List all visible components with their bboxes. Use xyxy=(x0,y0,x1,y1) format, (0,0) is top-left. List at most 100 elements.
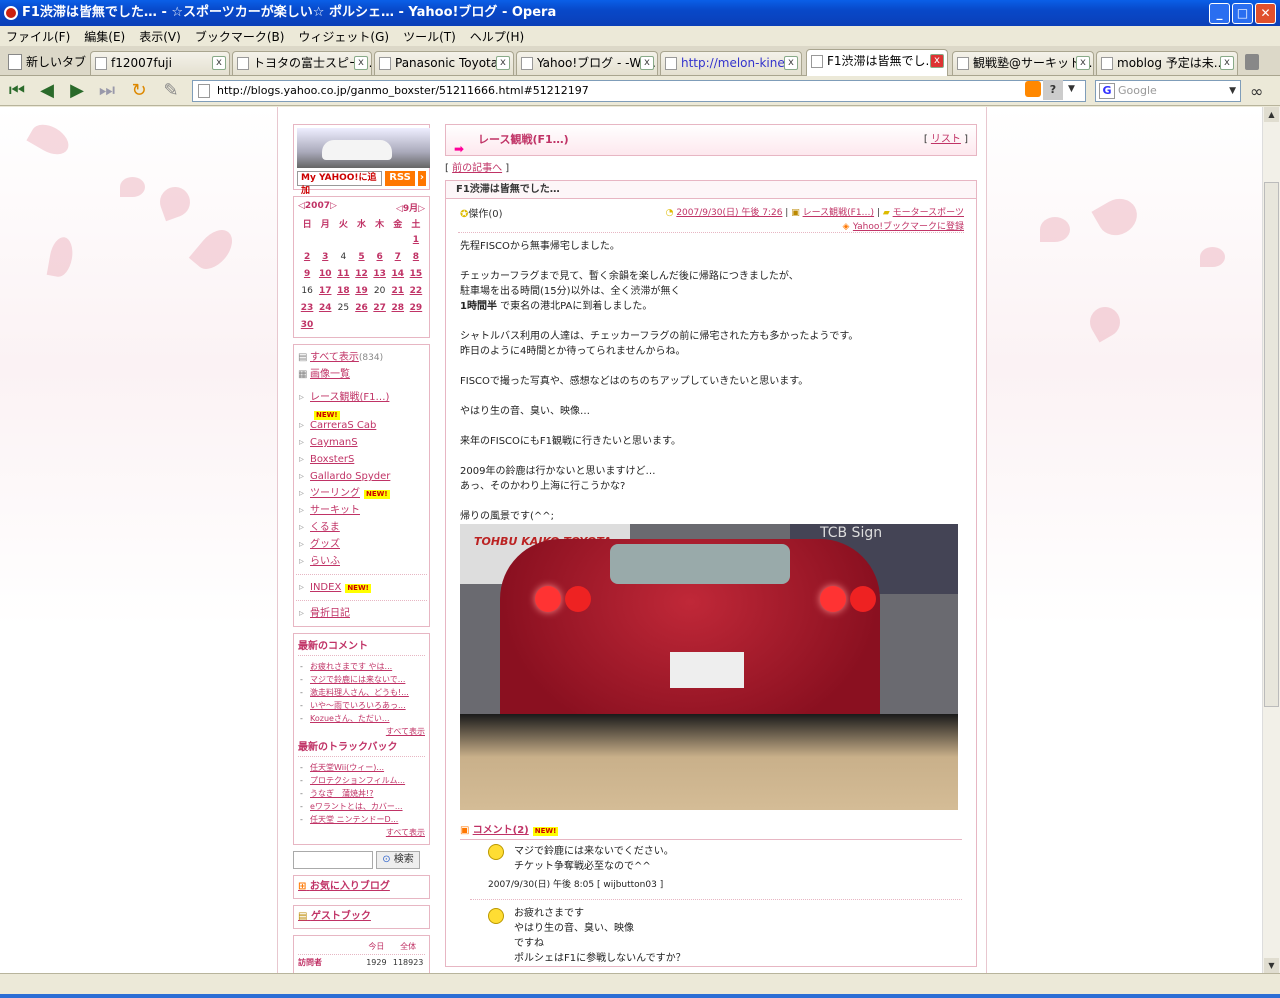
post-subcategory-link[interactable]: モータースポーツ xyxy=(893,208,964,218)
tab-circuit[interactable]: 観戦塾@サーキット... x xyxy=(952,51,1094,75)
recent-comment-link[interactable]: マジで鈴鹿には来ないで... xyxy=(298,673,425,686)
calendar-day[interactable]: 8 xyxy=(407,248,425,265)
menu-edit[interactable]: 編集(E) xyxy=(84,28,125,45)
help-icon[interactable]: ? xyxy=(1043,80,1063,100)
recent-comment-link[interactable]: 激走料理人さん、どうも!... xyxy=(298,686,425,699)
close-tab-icon[interactable]: x xyxy=(930,54,944,68)
calendar-day[interactable]: 26 xyxy=(352,299,370,316)
recent-comment-link[interactable]: お疲れさまです やは... xyxy=(298,660,425,673)
scroll-up-arrow-icon[interactable]: ▲ xyxy=(1264,107,1279,122)
address-field[interactable]: http://blogs.yahoo.co.jp/ganmo_boxster/5… xyxy=(192,80,1086,102)
category-touring[interactable]: ツーリング NEW! xyxy=(296,485,427,502)
calendar-day[interactable]: 6 xyxy=(371,248,389,265)
tab-yahoo-blog[interactable]: Yahoo!ブログ - -Wi... x xyxy=(516,51,658,75)
calendar-day[interactable]: 30 xyxy=(298,316,316,333)
tab-f12007fuji[interactable]: f12007fuji x xyxy=(90,51,230,75)
trackback-link[interactable]: うなぎ 蒲焼丼!? xyxy=(298,787,425,800)
calendar-day[interactable]: 7 xyxy=(389,248,407,265)
calendar-day[interactable]: 22 xyxy=(407,282,425,299)
close-tab-icon[interactable]: x xyxy=(640,56,654,70)
scroll-thumb[interactable] xyxy=(1264,182,1279,707)
back-icon[interactable]: ◀ xyxy=(36,81,58,101)
category-goods[interactable]: グッズ xyxy=(296,536,427,553)
menu-file[interactable]: ファイル(F) xyxy=(6,28,70,45)
rewind-icon[interactable]: ⏮ xyxy=(6,81,28,101)
close-tab-icon[interactable]: x xyxy=(1220,56,1234,70)
trackbacks-show-all-link[interactable]: すべて表示 xyxy=(298,826,425,840)
comments-show-all-link[interactable]: すべて表示 xyxy=(298,725,425,739)
calendar-day[interactable]: 12 xyxy=(352,265,370,282)
minimize-button[interactable]: _ xyxy=(1209,3,1230,24)
new-tab-button[interactable]: 新しいタブ xyxy=(4,51,86,73)
category-race[interactable]: レース観戦(F1…)NEW! xyxy=(296,389,427,420)
dropdown-arrow-icon[interactable]: ▼ xyxy=(1068,84,1075,94)
maximize-button[interactable]: □ xyxy=(1232,3,1253,24)
calendar-day[interactable]: 19 xyxy=(352,282,370,299)
tab-toyota-fuji[interactable]: トヨタの富士スピー... x xyxy=(232,51,372,75)
calendar-day[interactable]: 11 xyxy=(334,265,352,282)
calendar-day[interactable]: 10 xyxy=(316,265,334,282)
search-field[interactable]: G Google ▼ xyxy=(1095,80,1241,102)
list-link[interactable]: [ リスト ] xyxy=(924,125,968,155)
rss-arrow-icon[interactable]: › xyxy=(417,171,426,186)
category-kuruma[interactable]: くるま xyxy=(296,519,427,536)
calendar-day[interactable]: 3 xyxy=(316,248,334,265)
calendar-day[interactable]: 9 xyxy=(298,265,316,282)
category-carrera[interactable]: CarreraS Cab xyxy=(296,417,427,434)
calendar-day[interactable]: 13 xyxy=(371,265,389,282)
calendar-day[interactable]: 18 xyxy=(334,282,352,299)
edit-icon[interactable]: ✎ xyxy=(160,81,182,101)
calendar-day[interactable]: 23 xyxy=(298,299,316,316)
category-gallardo[interactable]: Gallardo Spyder xyxy=(296,468,427,485)
blog-search-button[interactable]: ⊙ 検索 xyxy=(376,851,420,869)
rss-feed-icon[interactable] xyxy=(1025,81,1041,97)
close-tab-icon[interactable]: x xyxy=(496,56,510,70)
comments-link[interactable]: コメント(2) xyxy=(473,825,529,836)
dropdown-arrow-icon[interactable]: ▼ xyxy=(1229,81,1236,101)
close-tab-icon[interactable]: x xyxy=(354,56,368,70)
my-yahoo-add-button[interactable]: My YAHOO!に追加 xyxy=(297,171,383,196)
prev-post-link[interactable]: [ 前の記事へ ] xyxy=(445,156,977,176)
trackback-link[interactable]: eワラントとは、カバー... xyxy=(298,800,425,813)
zoom-glasses-icon[interactable]: ∞ xyxy=(1250,82,1263,101)
tab-panasonic[interactable]: Panasonic Toyota... x xyxy=(374,51,514,75)
menu-view[interactable]: 表示(V) xyxy=(139,28,181,45)
close-tab-icon[interactable]: x xyxy=(212,56,226,70)
menu-help[interactable]: ヘルプ(H) xyxy=(470,28,524,45)
category-life[interactable]: らいふ xyxy=(296,553,427,570)
tab-active-f1[interactable]: F1渋滞は皆無でし... x xyxy=(806,49,948,76)
menu-bookmarks[interactable]: ブックマーク(B) xyxy=(195,28,285,45)
calendar-day[interactable]: 28 xyxy=(389,299,407,316)
tab-melon[interactable]: http://melon-kine... x xyxy=(660,51,802,75)
fast-forward-icon[interactable]: ⏭ xyxy=(96,81,118,101)
recent-comment-link[interactable]: いや〜雨でいろいろあっ... xyxy=(298,699,425,712)
calendar-day[interactable]: 21 xyxy=(389,282,407,299)
category-circuit[interactable]: サーキット xyxy=(296,502,427,519)
menu-tools[interactable]: ツール(T) xyxy=(403,28,456,45)
calendar-day[interactable]: 27 xyxy=(371,299,389,316)
calendar-month[interactable]: ◁9月▷ xyxy=(396,201,425,215)
calendar-day[interactable]: 1 xyxy=(407,231,425,248)
menu-widgets[interactable]: ウィジェット(G) xyxy=(298,28,389,45)
reload-icon[interactable]: ↻ xyxy=(128,81,150,101)
scroll-down-arrow-icon[interactable]: ▼ xyxy=(1264,958,1279,973)
guestbook-link[interactable]: ▤ ゲストブック xyxy=(293,905,430,929)
close-window-button[interactable]: ✕ xyxy=(1255,3,1276,24)
category-index[interactable]: INDEXNEW! xyxy=(296,579,427,596)
tab-moblog[interactable]: moblog 予定は未... x xyxy=(1096,51,1238,75)
calendar-day[interactable]: 5 xyxy=(352,248,370,265)
post-category-link[interactable]: レース観戦(F1…) xyxy=(803,208,874,218)
calendar-year[interactable]: ◁2007▷ xyxy=(298,201,337,215)
calendar-day[interactable]: 17 xyxy=(316,282,334,299)
favorite-blogs-link[interactable]: ⊞ お気に入りブログ xyxy=(293,875,430,899)
all-posts-link[interactable]: すべて表示 xyxy=(310,352,359,363)
forward-icon[interactable]: ▶ xyxy=(66,81,88,101)
ferrari-photo[interactable]: TOHBU KAIKO TOYOTA TCB Sign xyxy=(460,524,958,810)
calendar-day[interactable]: 15 xyxy=(407,265,425,282)
calendar-day[interactable]: 29 xyxy=(407,299,425,316)
rating[interactable]: ✪傑作(0) xyxy=(460,205,503,220)
close-tab-icon[interactable]: x xyxy=(784,56,798,70)
yahoo-bookmark-link[interactable]: Yahoo!ブックマークに登録 xyxy=(853,222,964,232)
trackback-link[interactable]: 任天堂 ニンテンドーD... xyxy=(298,813,425,826)
vertical-scrollbar[interactable]: ▲ ▼ xyxy=(1262,107,1280,973)
